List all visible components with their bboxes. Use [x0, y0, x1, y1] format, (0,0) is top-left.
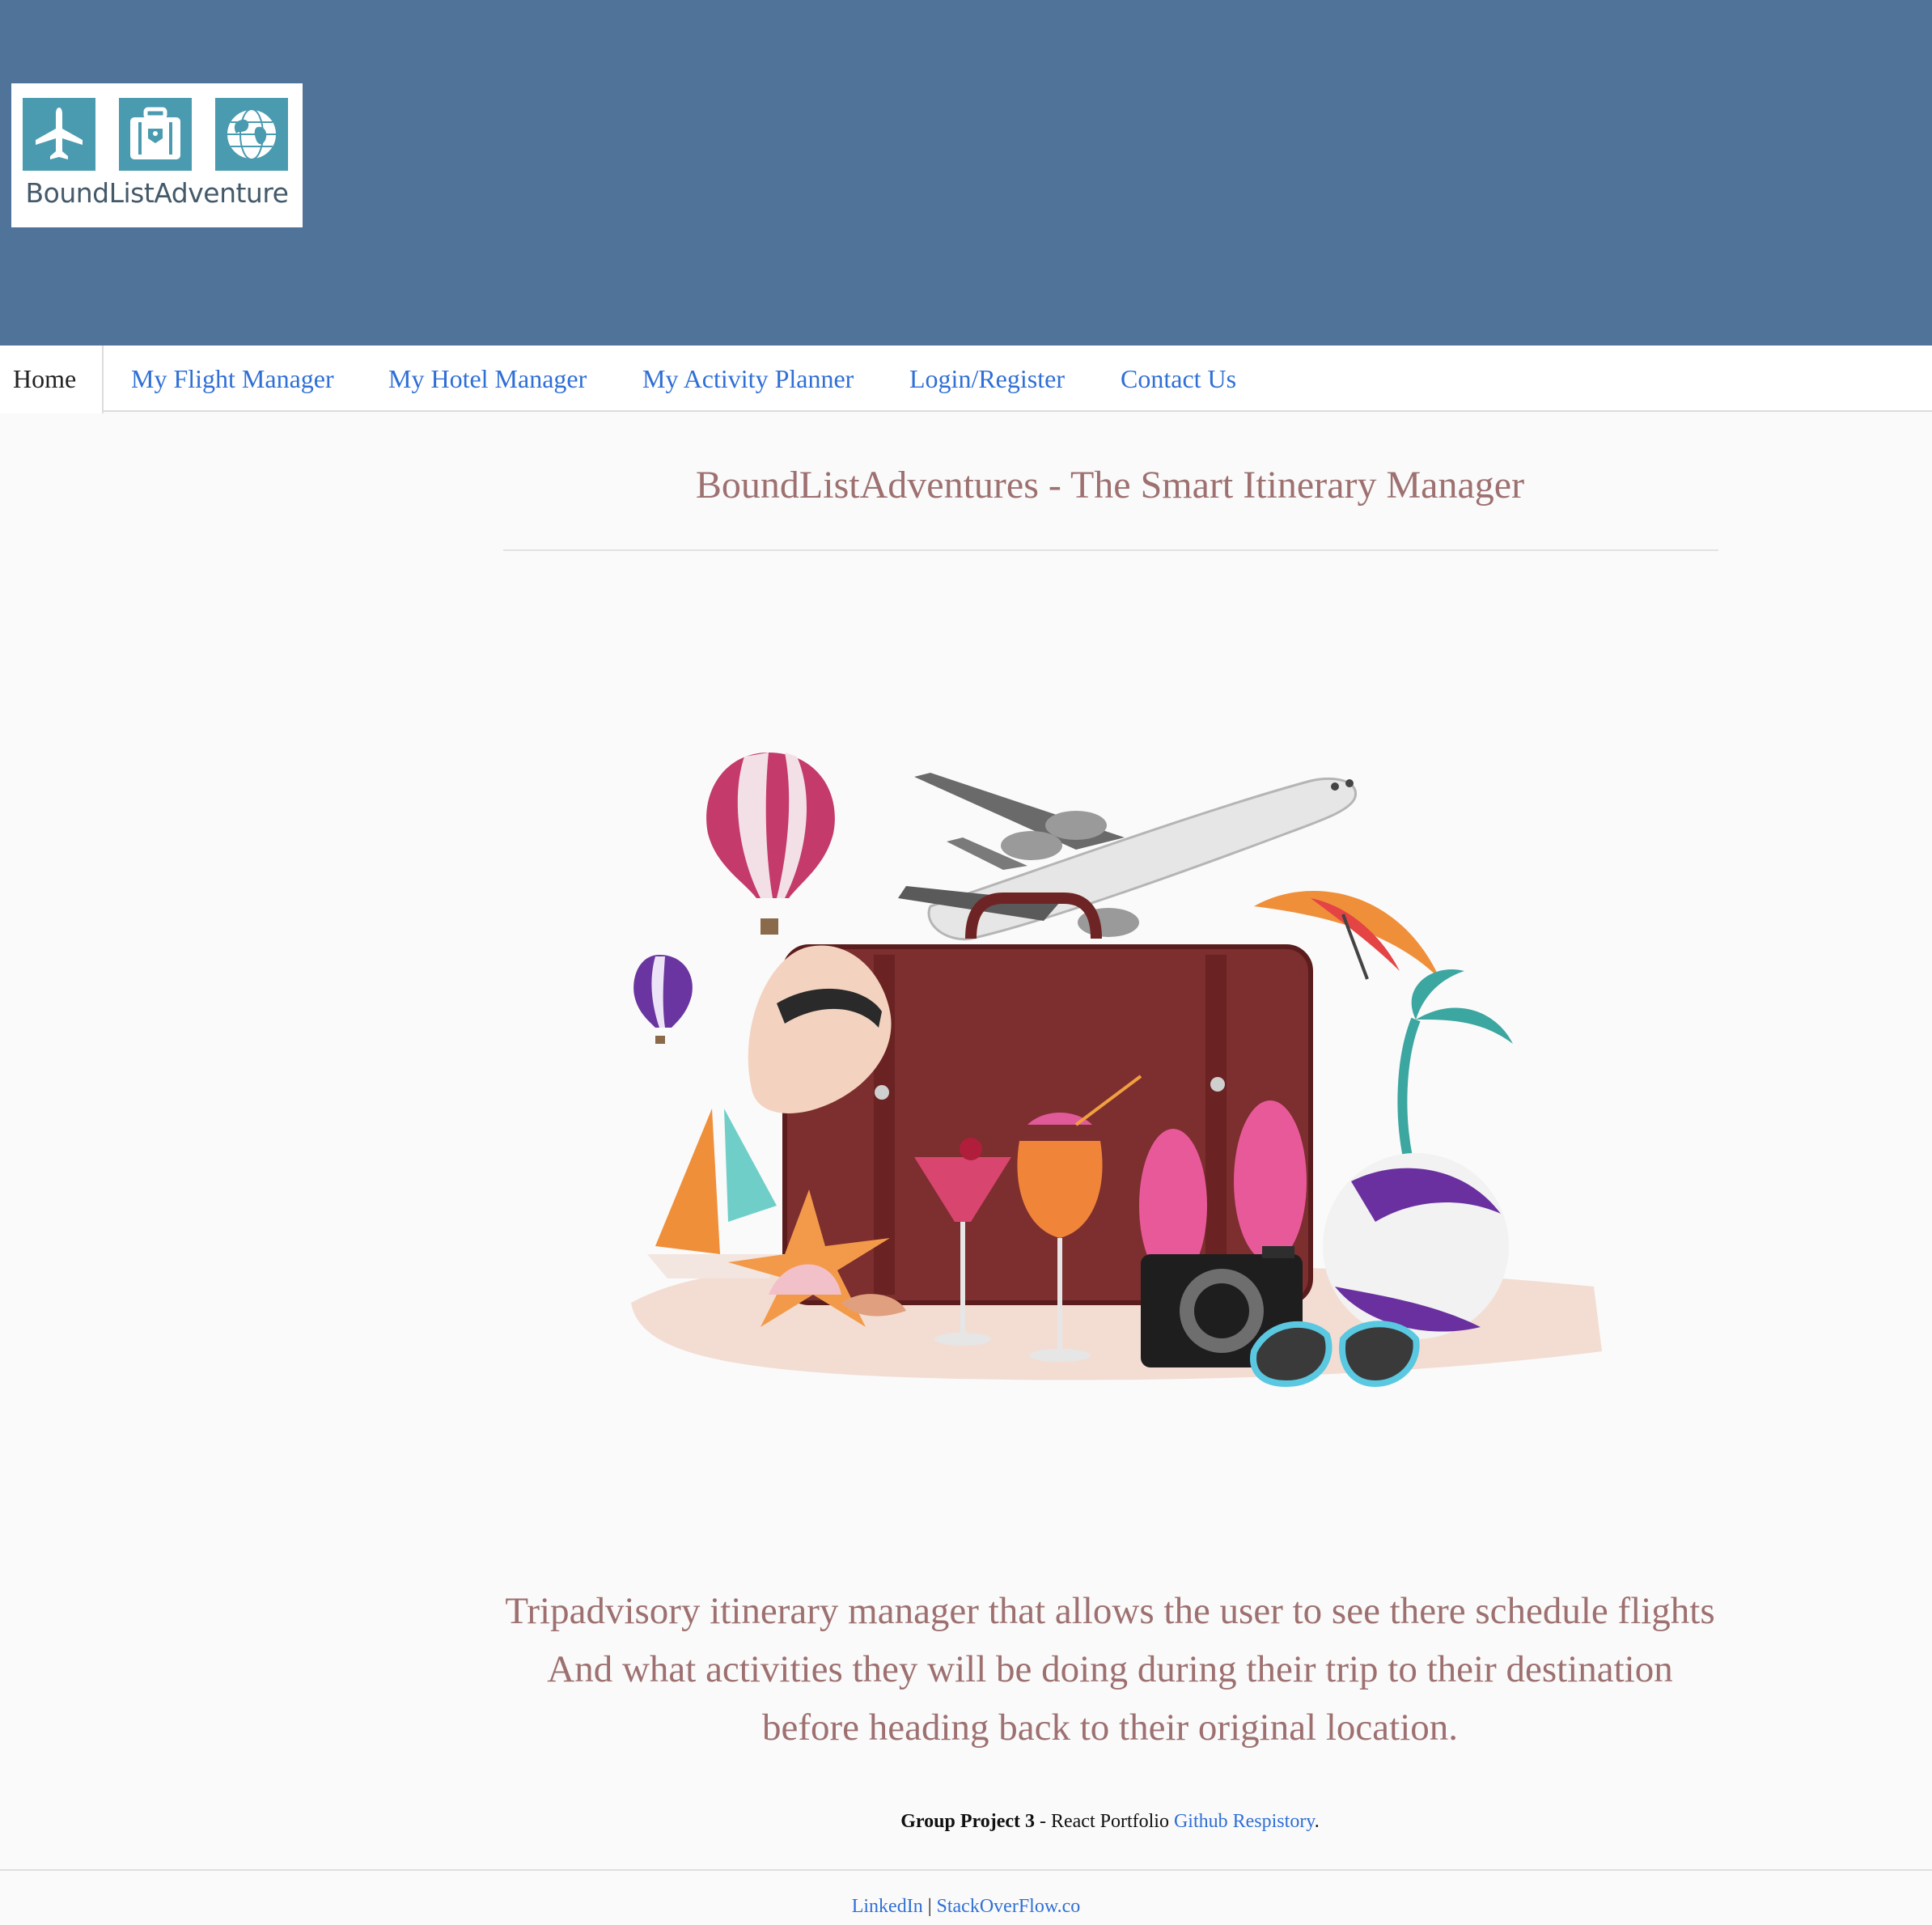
title-divider: [503, 549, 1718, 551]
hot-air-balloon-small: [633, 955, 693, 1044]
tab-login-register[interactable]: Login/Register: [909, 346, 1065, 412]
credit-end: .: [1314, 1811, 1320, 1832]
tab-my-flight-manager[interactable]: My Flight Manager: [131, 346, 334, 412]
site-description: Tripadvisory itinerary manager that allo…: [505, 1590, 1715, 1749]
stackoverflow-link[interactable]: StackOverFlow.co: [937, 1896, 1081, 1917]
linkedin-link[interactable]: LinkedIn: [852, 1896, 923, 1917]
sailboat-toy: [647, 1109, 785, 1278]
airplane-graphic: [898, 773, 1357, 941]
hot-air-balloon-large: [706, 753, 835, 935]
palm-tree: [1397, 969, 1513, 1159]
site-logo[interactable]: BoundListAdventure: [11, 83, 303, 227]
main-nav: Home My Flight Manager My Hotel Manager …: [0, 346, 1932, 413]
airplane-icon: [23, 98, 95, 171]
tab-my-hotel-manager[interactable]: My Hotel Manager: [388, 346, 587, 412]
beach-ball: [1323, 1153, 1509, 1339]
site-footer: LinkedIn | StackOverFlow.co: [0, 1896, 1932, 1918]
credit-title: Group Project 3: [900, 1811, 1035, 1832]
site-header: BoundListAdventure: [0, 0, 1932, 346]
footer-separator: |: [922, 1896, 937, 1917]
tab-contact-us[interactable]: Contact Us: [1121, 346, 1236, 412]
page-title: BoundListAdventures - The Smart Itinerar…: [695, 464, 1525, 507]
logo-text: BoundListAdventure: [25, 177, 289, 209]
github-repository-link[interactable]: Github Respistory: [1174, 1811, 1315, 1832]
hero-travel-illustration: [623, 736, 1610, 1432]
credit-text: - React Portfolio: [1035, 1811, 1174, 1832]
suitcase-icon: [119, 98, 192, 171]
globe-icon: [215, 98, 288, 171]
footer-divider: [0, 1869, 1932, 1871]
project-credit: Group Project 3 - React Portfolio Github…: [503, 1811, 1717, 1833]
tab-home[interactable]: Home: [0, 346, 104, 413]
tab-my-activity-planner[interactable]: My Activity Planner: [642, 346, 854, 412]
